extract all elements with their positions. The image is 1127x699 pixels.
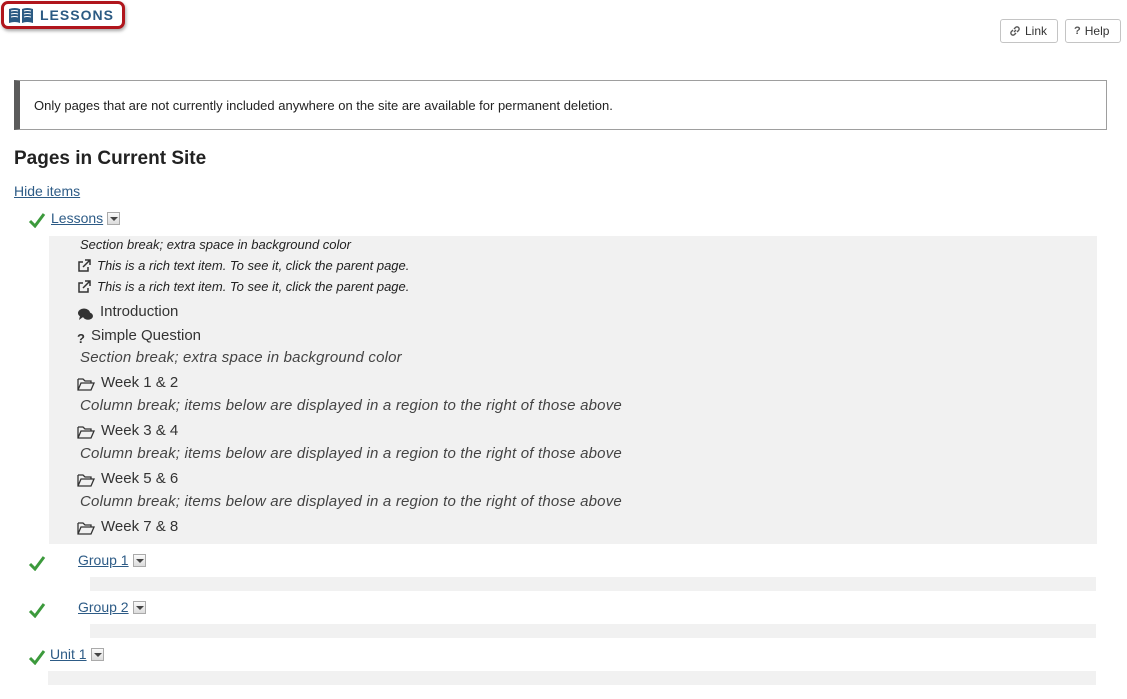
page-link-lessons[interactable]: Lessons (51, 210, 103, 226)
link-button[interactable]: Link (1000, 19, 1058, 43)
list-item: Column break; items below are displayed … (80, 445, 622, 462)
folder-open-icon (77, 521, 95, 535)
page-row-lessons: Lessons (51, 210, 121, 226)
subpage-item: Week 1 & 2 (101, 373, 179, 391)
external-link-icon (77, 279, 91, 294)
subpage-item: Week 5 & 6 (101, 469, 179, 487)
folder-open-icon (77, 425, 95, 439)
notice-box: Only pages that are not currently includ… (14, 80, 1107, 130)
rich-text-item: This is a rich text item. To see it, cli… (97, 258, 410, 273)
help-label: Help (1084, 24, 1110, 38)
subpage-item: Week 3 & 4 (101, 421, 179, 439)
list-item: ? Simple Question (77, 325, 201, 346)
list-item: Section break; extra space in background… (80, 237, 351, 252)
list-item: Column break; items below are displayed … (80, 493, 622, 510)
link-icon (1009, 25, 1021, 37)
folder-open-icon (77, 473, 95, 487)
column-break-text: Column break; items below are displayed … (80, 493, 622, 510)
list-item: Week 5 & 6 (77, 469, 178, 487)
tool-title-highlight: LESSONS (1, 1, 125, 29)
list-item: Week 1 & 2 (77, 373, 178, 391)
check-icon (28, 555, 46, 572)
comments-icon (77, 307, 94, 321)
group-1-items-panel (90, 577, 1096, 591)
list-item: Introduction (77, 301, 178, 321)
unit-1-items-panel (48, 671, 1096, 685)
page-menu-dropdown[interactable] (90, 647, 104, 661)
page-menu-dropdown[interactable] (107, 211, 121, 225)
subpage-item: Week 7 & 8 (101, 517, 179, 535)
list-item: Week 7 & 8 (77, 517, 178, 535)
page-row-group-2: Group 2 (78, 599, 146, 615)
column-break-text: Column break; items below are displayed … (80, 397, 622, 414)
list-item: Week 3 & 4 (77, 421, 178, 439)
page-menu-dropdown[interactable] (132, 600, 146, 614)
help-icon: ? (1074, 25, 1081, 37)
external-link-icon (77, 258, 91, 273)
list-item: This is a rich text item. To see it, cli… (77, 258, 409, 273)
link-label: Link (1025, 24, 1048, 38)
hide-items-link[interactable]: Hide items (14, 183, 80, 199)
section-break-text: Section break; extra space in background… (80, 237, 351, 252)
folder-open-icon (77, 377, 95, 391)
list-item: Column break; items below are displayed … (80, 397, 622, 414)
check-icon (28, 212, 46, 229)
page-link-unit-1[interactable]: Unit 1 (50, 646, 87, 662)
group-2-items-panel (90, 624, 1096, 638)
column-break-text: Column break; items below are displayed … (80, 445, 622, 462)
section-break-text: Section break; extra space in background… (80, 349, 402, 366)
book-icon (8, 6, 34, 24)
page-menu-dropdown[interactable] (132, 553, 146, 567)
question-item: Simple Question (90, 327, 202, 344)
question-icon: ? (77, 331, 85, 346)
check-icon (28, 649, 46, 666)
page-link-group-1[interactable]: Group 1 (78, 552, 129, 568)
tool-title-label: LESSONS (40, 7, 114, 23)
forum-item: Introduction (100, 302, 179, 320)
check-icon (28, 602, 46, 619)
help-button[interactable]: ? Help (1065, 19, 1121, 43)
page-row-unit-1: Unit 1 (50, 646, 104, 662)
list-item: This is a rich text item. To see it, cli… (77, 279, 409, 294)
page-row-group-1: Group 1 (78, 552, 146, 568)
page-heading: Pages in Current Site (14, 148, 207, 169)
page-link-group-2[interactable]: Group 2 (78, 599, 129, 615)
rich-text-item: This is a rich text item. To see it, cli… (97, 279, 410, 294)
list-item: Section break; extra space in background… (80, 349, 402, 366)
notice-text: Only pages that are not currently includ… (34, 97, 613, 113)
